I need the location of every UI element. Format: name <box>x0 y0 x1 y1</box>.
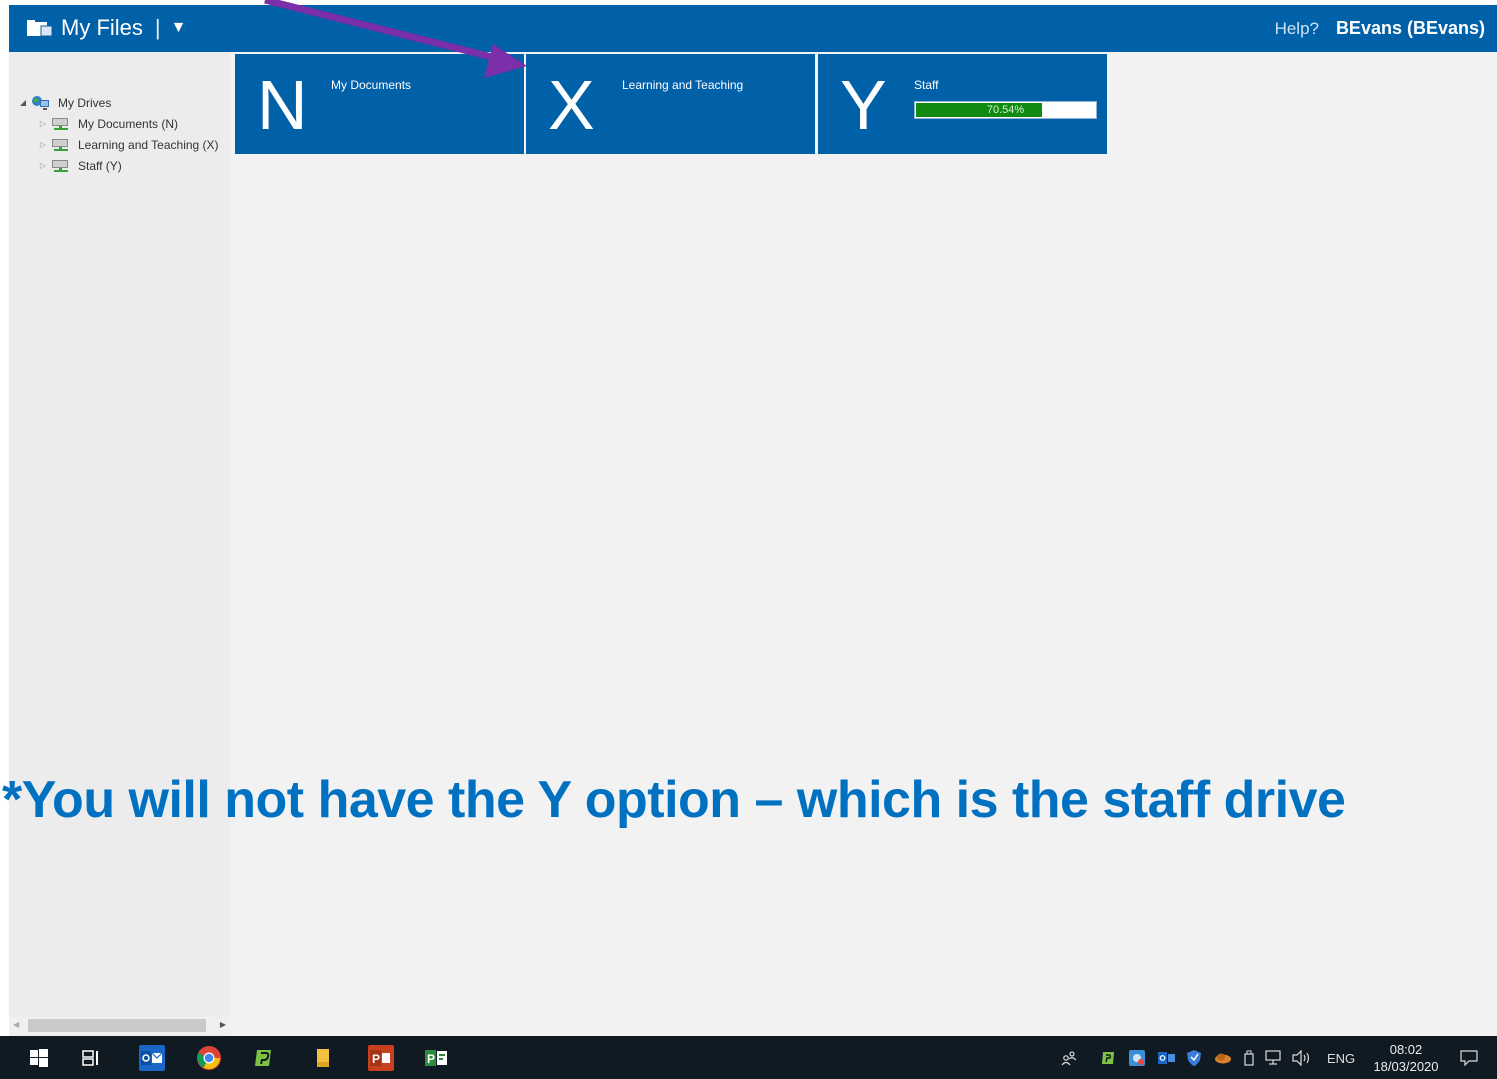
tree-item-my-documents[interactable]: ▷ My Documents (N) <box>17 113 219 134</box>
notification-icon[interactable] <box>1459 1050 1479 1066</box>
drives-content-area: N My Documents X Learning and Teaching Y… <box>230 52 1497 1036</box>
expander-expanded-icon[interactable]: ◢ <box>17 98 29 107</box>
drive-usage-bar: 70.54% <box>914 101 1097 119</box>
task-view-icon[interactable] <box>78 1045 104 1071</box>
user-name[interactable]: BEvans (BEvans) <box>1336 18 1485 39</box>
network-drive-icon <box>52 117 68 130</box>
drive-letter: Y <box>840 66 887 144</box>
tree-item-label: My Drives <box>58 95 112 110</box>
help-link[interactable]: Help? <box>1275 19 1319 39</box>
drive-usage-text: 70.54% <box>986 104 1025 116</box>
title-separator: | <box>154 15 161 40</box>
expander-collapsed-icon[interactable]: ▷ <box>37 140 49 149</box>
project-icon[interactable]: P <box>424 1045 450 1071</box>
expander-collapsed-icon[interactable]: ▷ <box>37 161 49 170</box>
outlook-tray-icon[interactable] <box>1158 1050 1176 1066</box>
folder-icon <box>27 20 53 37</box>
app-title: My Files | ▼ <box>27 15 186 41</box>
horizontal-scrollbar[interactable]: ◀ ▶ <box>9 1017 230 1035</box>
usb-icon[interactable] <box>1242 1050 1256 1066</box>
tree-item-label: Learning and Teaching (X) <box>78 137 219 152</box>
windows-taskbar: P P ENG 08:02 18/03/2020 <box>0 1036 1497 1079</box>
tree-item-label: Staff (Y) <box>78 158 122 173</box>
network-drive-icon <box>52 159 68 172</box>
app-tray-icon[interactable] <box>1128 1050 1146 1066</box>
tree-item-my-drives[interactable]: ◢ My Drives <box>17 92 219 113</box>
network-icon[interactable] <box>1265 1050 1283 1066</box>
scroll-left-icon[interactable]: ◀ <box>13 1020 19 1029</box>
svg-text:P: P <box>372 1052 380 1066</box>
clock-date: 18/03/2020 <box>1373 1059 1439 1074</box>
screen: My Files | ▼ Help? BEvans (BEvans) ◢ My … <box>0 0 1497 1079</box>
shield-tray-icon[interactable] <box>1186 1050 1202 1066</box>
top-header-bar: My Files | ▼ Help? BEvans (BEvans) <box>9 5 1497 52</box>
network-globe-icon <box>32 95 49 110</box>
expander-collapsed-icon[interactable]: ▷ <box>37 119 49 128</box>
drive-tile-n[interactable]: N My Documents <box>235 54 524 154</box>
file-explorer-icon[interactable] <box>310 1045 336 1071</box>
outlook-icon[interactable] <box>139 1045 165 1071</box>
drive-tree: ◢ My Drives ▷ My Documents (N) ▷ Learnin… <box>17 92 219 176</box>
powerpoint-icon[interactable]: P <box>368 1045 394 1071</box>
publisher-green-icon[interactable] <box>251 1045 277 1071</box>
scrollbar-thumb[interactable] <box>28 1019 206 1032</box>
svg-text:P: P <box>427 1052 435 1066</box>
drive-name: My Documents <box>331 78 412 92</box>
windows-start-icon[interactable] <box>26 1045 52 1071</box>
volume-icon[interactable] <box>1292 1050 1314 1066</box>
drive-letter: X <box>548 66 595 144</box>
drive-letter: N <box>257 66 308 144</box>
app-title-text: My Files <box>61 15 143 40</box>
annotation-note: *You will not have the Y option – which … <box>2 771 1346 829</box>
drive-tile-y[interactable]: Y Staff 70.54% <box>818 54 1107 154</box>
scroll-right-icon[interactable]: ▶ <box>220 1020 226 1029</box>
drive-tile-x[interactable]: X Learning and Teaching <box>526 54 815 154</box>
tree-item-staff[interactable]: ▷ Staff (Y) <box>17 155 219 176</box>
publisher-tray-icon[interactable] <box>1100 1050 1116 1066</box>
cloud-tray-icon[interactable] <box>1214 1050 1232 1066</box>
taskbar-clock[interactable]: 08:02 18/03/2020 <box>1368 1041 1444 1075</box>
tree-item-learning-and-teaching[interactable]: ▷ Learning and Teaching (X) <box>17 134 219 155</box>
chevron-down-icon[interactable]: ▼ <box>171 19 187 37</box>
language-indicator[interactable]: ENG <box>1327 1051 1355 1066</box>
tree-item-label: My Documents (N) <box>78 116 179 131</box>
drive-tree-pane: ◢ My Drives ▷ My Documents (N) ▷ Learnin… <box>9 52 230 1036</box>
network-drive-icon <box>52 138 68 151</box>
drive-name: Staff <box>914 78 939 92</box>
clock-time: 08:02 <box>1389 1042 1423 1057</box>
people-icon[interactable] <box>1060 1050 1078 1066</box>
drive-name: Learning and Teaching <box>622 78 744 92</box>
chrome-icon[interactable] <box>196 1045 222 1071</box>
